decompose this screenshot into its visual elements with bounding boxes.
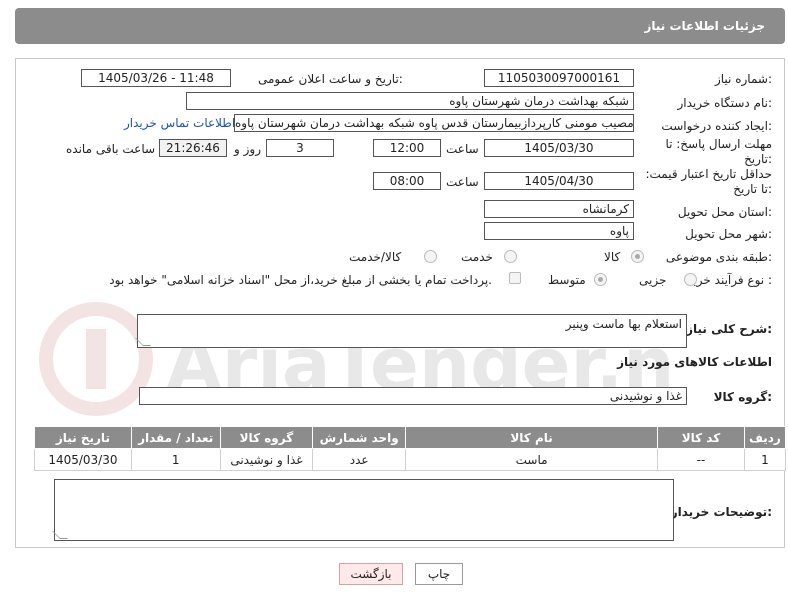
announce-label: تاریخ و ساعت اعلان عمومی: (258, 72, 403, 86)
column-header: ردیف (743, 426, 787, 449)
need-number-label: شماره نیاز: (714, 72, 772, 86)
details-panel: AriaTender.net شماره نیاز: 1105030097000… (15, 58, 787, 548)
remaining-time-field[interactable]: 21:26:46 (159, 139, 227, 157)
remaining-time-label: ساعت باقی مانده (66, 142, 156, 156)
reply-time-field[interactable]: 12:00 (373, 139, 441, 157)
table-cell: 1 (743, 448, 787, 471)
process-radio-medium[interactable] (594, 273, 607, 286)
page-title: جزئیات اطلاعات نیاز (644, 19, 765, 33)
category-radio-goods[interactable] (631, 250, 644, 263)
price-validity-label: حداقل تاریخ اعتبار قیمت: تا تاریخ: (645, 167, 772, 196)
city-label: شهر محل تحویل: (685, 227, 772, 241)
table-cell: -- (657, 448, 745, 471)
description-textarea[interactable]: استعلام بها ماست وپنیر (135, 314, 687, 348)
reply-deadline-label: مهلت ارسال پاسخ: تا تاریخ: (665, 137, 772, 166)
price-time-label: ساعت (446, 175, 479, 189)
buyer-notes-textarea[interactable] (52, 479, 674, 541)
reply-date-field[interactable]: 1405/03/30 (484, 139, 634, 157)
province-field[interactable]: کرمانشاه (484, 200, 634, 218)
buyer-org-label: نام دستگاه خریدار: (677, 96, 773, 110)
category-option-service: خدمت (461, 250, 493, 264)
watermark-logo: AriaTender.net (39, 302, 676, 416)
price-time-field[interactable]: 08:00 (373, 172, 441, 190)
description-label: شرح کلی نیاز: (686, 322, 772, 336)
table-cell: ماست (405, 448, 659, 471)
creator-label: ایجاد کننده درخواست: (661, 119, 772, 133)
process-radio-minor[interactable] (684, 273, 697, 286)
category-radio-goods-service[interactable] (424, 250, 437, 263)
print-button[interactable]: چاپ (415, 563, 463, 585)
table-cell: 1405/03/30 (34, 448, 132, 471)
column-header: نام کالا (405, 426, 659, 449)
process-option-medium: متوسط (548, 273, 586, 287)
buyer-org-field[interactable]: شبکه بهداشت درمان شهرستان پاوه (186, 92, 634, 110)
announce-field[interactable]: 1405/03/26 - 11:48 (81, 69, 231, 87)
creator-field[interactable]: مصیب مومنی کارپردازبیمارستان قدس پاوه شب… (234, 114, 634, 132)
process-option-minor: جزیی (639, 273, 667, 287)
table-cell: عدد (312, 448, 407, 471)
category-option-goods-service: کالا/خدمت (349, 250, 402, 264)
reply-time-label: ساعت (446, 142, 479, 156)
province-label: استان محل تحویل: (677, 205, 772, 219)
page-header: جزئیات اطلاعات نیاز (15, 8, 785, 44)
city-field[interactable]: پاوه (484, 222, 634, 240)
table-header-row: ردیف کد کالا نام کالا واحد شمارش گروه کا… (34, 426, 787, 449)
process-label: نوع فرآیند خرید : (687, 273, 772, 287)
column-header: واحد شمارش (312, 426, 407, 449)
back-button[interactable]: بازگشت (339, 563, 403, 585)
goods-section-title: اطلاعات کالاهای مورد نیاز (617, 355, 772, 369)
payment-note: پرداخت تمام یا بخشی از مبلغ خرید،از محل … (109, 273, 492, 287)
buyer-notes-label: توضیحات خریدار: (670, 505, 772, 519)
need-number-field[interactable]: 1105030097000161 (484, 69, 634, 87)
description-text: استعلام بها ماست وپنیر (565, 317, 682, 331)
table-cell: غذا و نوشیدنی (219, 448, 314, 471)
column-header: تاریخ نیاز (34, 426, 132, 449)
column-header: گروه کالا (219, 426, 314, 449)
resize-grip-icon[interactable] (135, 338, 151, 346)
payment-checkbox[interactable] (509, 272, 521, 284)
days-label: روز و (234, 142, 261, 156)
price-date-field[interactable]: 1405/04/30 (484, 172, 634, 190)
column-header: کد کالا (657, 426, 745, 449)
goods-group-field[interactable]: غذا و نوشیدنی (139, 387, 687, 405)
resize-grip-icon[interactable] (52, 531, 68, 539)
days-field[interactable]: 3 (266, 139, 334, 157)
column-header: تعداد / مقدار (130, 426, 221, 449)
table-row[interactable]: 1 -- ماست عدد غذا و نوشیدنی 1 1405/03/30 (34, 448, 787, 471)
goods-group-label: گروه کالا: (713, 390, 772, 404)
category-radio-service[interactable] (504, 250, 517, 263)
goods-table: ردیف کد کالا نام کالا واحد شمارش گروه کا… (34, 426, 787, 471)
table-cell: 1 (130, 448, 221, 471)
category-label: طبقه بندی موضوعی: (665, 250, 772, 264)
category-option-goods: کالا (604, 250, 621, 264)
buyer-contact-link[interactable]: اطلاعات تماس خریدار (124, 116, 235, 130)
